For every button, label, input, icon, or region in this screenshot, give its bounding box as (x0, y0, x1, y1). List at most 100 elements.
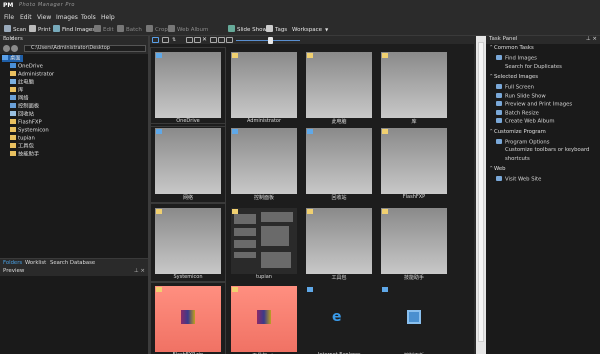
batch-button[interactable]: Batch (117, 25, 142, 35)
task-link[interactable]: Find Images (496, 55, 537, 62)
pin-close-icon[interactable]: ⊥ × (586, 36, 597, 42)
menu-edit[interactable]: Edit (20, 14, 32, 21)
thumbnail-item[interactable]: FlashFXP.zip (150, 281, 226, 354)
task-section-header[interactable]: ⌃Web (489, 166, 506, 172)
rotate-left-icon[interactable] (218, 37, 225, 43)
details-view-icon[interactable] (162, 37, 169, 43)
task-link[interactable]: Batch Resize (496, 109, 539, 116)
tree-item[interactable]: Administrator (10, 71, 54, 78)
crop-button[interactable]: Crop (146, 25, 168, 35)
menu-view[interactable]: View (37, 14, 51, 21)
task-link[interactable]: Full Screen (496, 84, 534, 91)
zoom-slider-handle[interactable] (268, 37, 273, 44)
task-link[interactable]: Search for Duplicates (505, 64, 562, 70)
sort-icon[interactable]: ⇅ (172, 37, 179, 43)
menu-tools[interactable]: Tools (81, 14, 96, 21)
address-field[interactable]: C:\Users\Administrator\Desktop (24, 45, 146, 52)
pin-close-icon[interactable]: ⊥ × (134, 268, 145, 274)
task-link[interactable]: Customize toolbars or keyboard (505, 147, 589, 153)
tree-item[interactable]: FlashFXP (10, 119, 42, 126)
task-icon (496, 55, 502, 60)
menu-images[interactable]: Images (56, 14, 78, 21)
task-link[interactable]: Create Web Album (496, 118, 555, 125)
pin-close-icon[interactable]: ⊥ × (3, 36, 145, 42)
workspace-button[interactable]: Workspace ▼ (292, 25, 328, 35)
edit-icon (94, 25, 101, 32)
copy-icon[interactable] (186, 37, 193, 43)
tags-button[interactable]: Tags (266, 25, 287, 35)
thumbnail-item[interactable]: eInternet Explorer (302, 282, 376, 354)
thumbnail-image (381, 286, 447, 352)
thumbnail-item[interactable]: 回收站 (302, 124, 376, 202)
menu-help[interactable]: Help (101, 14, 115, 21)
title-bar: PM Photo Manager Pro (0, 0, 600, 12)
tab-folders[interactable]: Folders (3, 260, 22, 266)
find-images-button[interactable]: Find Images (53, 25, 95, 35)
task-link[interactable]: Run Slide Show (496, 92, 546, 99)
move-icon[interactable] (194, 37, 201, 43)
task-section-header[interactable]: ⌃Common Tasks (489, 45, 534, 51)
thumbnail-item[interactable]: 库 (377, 48, 451, 126)
thumbnail-caption: FlashFXP (402, 194, 426, 200)
thumbnail-item[interactable]: OneDrive (150, 47, 226, 127)
tree-item[interactable]: Systemicon (10, 127, 49, 134)
workspace-label: Workspace (292, 27, 323, 33)
scan-button[interactable]: Scan (4, 25, 26, 35)
task-section-header[interactable]: ⌃Customize Program (489, 129, 546, 135)
task-link[interactable]: shortcuts (505, 156, 530, 162)
thumbnail-item[interactable]: 此电脑 (302, 48, 376, 126)
thumbnail-item[interactable]: 工具包 (302, 204, 376, 282)
folder-tree[interactable]: 桌面 OneDrive Administrator 此电脑 库 网络 控制面板 … (0, 54, 148, 258)
thumbnail-image (231, 128, 297, 194)
delete-icon[interactable]: ✕ (202, 37, 209, 43)
tree-item-desktop[interactable]: 桌面 (2, 55, 23, 62)
task-link[interactable]: Visit Web Site (496, 176, 541, 183)
tree-item[interactable]: tupian (10, 135, 35, 142)
thumbnail-item[interactable]: 控制面板 (377, 282, 451, 354)
thumbnail-item[interactable]: 网络 (150, 123, 226, 203)
tab-worklist[interactable]: Worklist (25, 260, 46, 266)
print-button[interactable]: Print (29, 25, 51, 35)
thumbnail-item[interactable]: 工具包.zip (227, 282, 301, 354)
rotate-right-icon[interactable] (226, 37, 233, 43)
tree-item[interactable]: 工具包 (10, 143, 34, 150)
forward-icon[interactable] (11, 45, 18, 52)
task-section-header[interactable]: ⌃Selected Images (489, 74, 538, 80)
back-icon[interactable] (3, 45, 10, 52)
thumbnail-item[interactable]: 控制面板 (227, 124, 301, 202)
mini-screenshot (261, 252, 291, 268)
folder-icon (307, 53, 313, 58)
thumbnail-item[interactable]: FlashFXP (377, 124, 451, 202)
tree-label: OneDrive (18, 63, 43, 70)
tree-item[interactable]: 技能助手 (10, 151, 39, 158)
task-link[interactable]: Program Options (496, 138, 549, 145)
thumbnail-item[interactable]: Systemicon (150, 203, 226, 283)
mini-screenshot (234, 252, 256, 258)
thumbnail-scrollbar[interactable] (476, 36, 486, 354)
crop-label: Crop (155, 27, 168, 33)
slide-show-button[interactable]: Slide Show (228, 25, 267, 35)
edit-button[interactable]: Edit (94, 25, 114, 35)
thumbnail-view-icon[interactable] (152, 37, 159, 43)
tree-item[interactable]: 网络 (10, 95, 29, 102)
thumbnail-item[interactable]: 技能助手 (377, 204, 451, 282)
web-album-button[interactable]: Web Album (168, 25, 208, 35)
thumbnail-grid[interactable]: OneDrive Administrator 此电脑库网络 控制面板 回收站 FlashF… (150, 44, 474, 354)
tree-item[interactable]: 库 (10, 87, 23, 94)
tree-item[interactable]: 回收站 (10, 111, 34, 118)
tree-item[interactable]: 控制面板 (10, 103, 39, 110)
menu-file[interactable]: File (4, 14, 14, 21)
task-icon (496, 118, 502, 123)
tree-item[interactable]: 此电脑 (10, 79, 34, 86)
folder-icon (10, 87, 16, 92)
tab-search-database[interactable]: Search Database (50, 260, 95, 266)
thumbnail-image (381, 208, 447, 274)
task-link[interactable]: Preview and Print Images (496, 101, 572, 108)
tree-item[interactable]: OneDrive (10, 63, 43, 70)
thumbnail-item[interactable]: Administrator (227, 48, 301, 126)
scrollbar-thumb[interactable] (478, 42, 484, 342)
folder-icon[interactable] (210, 37, 217, 43)
desktop-icon (2, 55, 8, 60)
task-icon (496, 84, 502, 89)
thumbnail-item[interactable]: tupian (227, 204, 301, 282)
